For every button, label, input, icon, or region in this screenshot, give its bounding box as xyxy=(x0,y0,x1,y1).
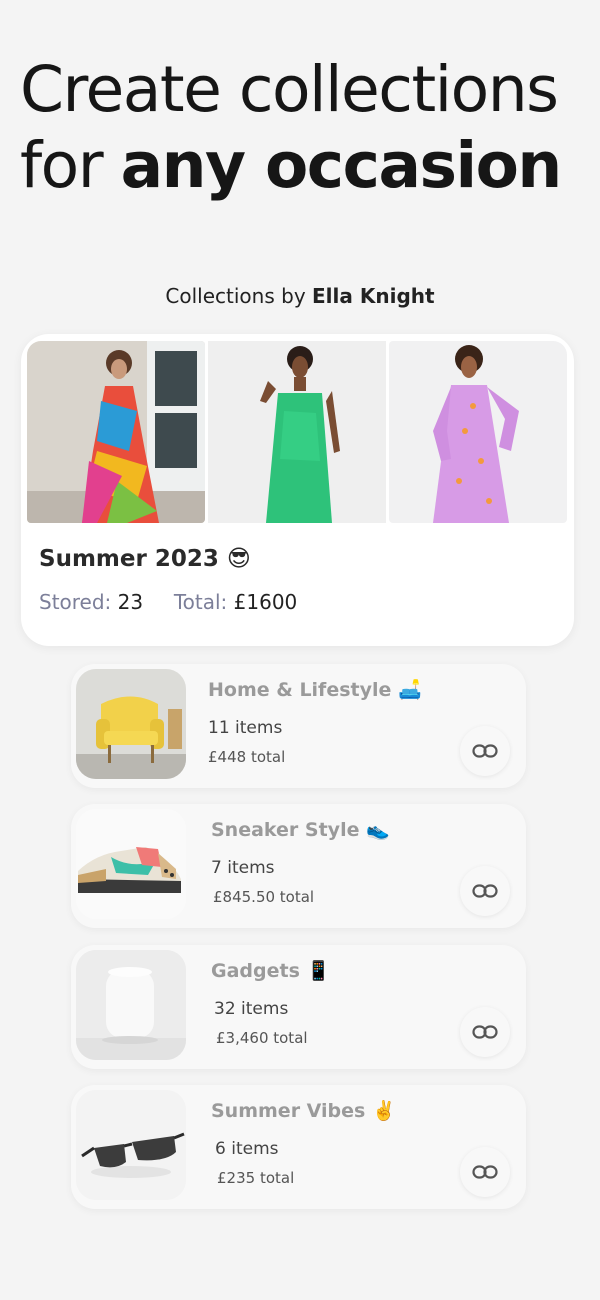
byline-prefix: Collections by xyxy=(165,284,313,308)
collection-count: 6 items xyxy=(215,1139,279,1159)
sunglasses-thumb xyxy=(76,1090,186,1200)
collection-count: 7 items xyxy=(211,858,275,878)
total-label: Total: xyxy=(173,590,228,614)
collection-title: Sneaker Style 👟 xyxy=(211,819,390,841)
share-link-button[interactable] xyxy=(460,726,510,776)
share-link-button[interactable] xyxy=(460,1147,510,1197)
green-slip-dress-photo xyxy=(208,341,386,523)
headline-line-1: Create collections xyxy=(20,53,559,126)
share-link-button[interactable] xyxy=(460,866,510,916)
collection-total: £3,460 total xyxy=(216,1029,308,1047)
collection-total: £235 total xyxy=(217,1169,295,1187)
yellow-armchair-thumb xyxy=(76,669,186,779)
collection-card-summer-vibes[interactable]: Summer Vibes ✌️ 6 items £235 total xyxy=(71,1085,526,1209)
share-link-button[interactable] xyxy=(460,1007,510,1057)
total-value: £1600 xyxy=(233,590,298,614)
link-icon xyxy=(472,1165,498,1179)
stored-label: Stored: xyxy=(39,590,112,614)
colorful-wrap-dress-photo xyxy=(27,341,205,523)
stored-value: 23 xyxy=(117,590,144,614)
headline: Create collections for any occasion xyxy=(20,52,590,204)
collection-total: £845.50 total xyxy=(213,888,315,906)
pink-maxi-dress-photo xyxy=(389,341,567,523)
featured-photo-strip xyxy=(27,341,567,523)
link-icon xyxy=(472,884,498,898)
collection-title: Home & Lifestyle 🛋️ xyxy=(208,679,422,701)
link-icon xyxy=(472,744,498,758)
collection-title: Gadgets 📱 xyxy=(211,960,331,982)
featured-collection-card[interactable]: Summer 2023 😎 Stored: 23 Total: £1600 xyxy=(21,334,574,646)
headline-line-2: for any occasion xyxy=(20,128,590,204)
headline-bold: any occasion xyxy=(120,129,563,202)
collection-card-home-lifestyle[interactable]: Home & Lifestyle 🛋️ 11 items £448 total xyxy=(71,664,526,788)
collection-title: Summer Vibes ✌️ xyxy=(211,1100,396,1122)
collection-card-sneaker-style[interactable]: Sneaker Style 👟 7 items £845.50 total xyxy=(71,804,526,928)
byline-author[interactable]: Ella Knight xyxy=(312,284,435,308)
collection-total: £448 total xyxy=(208,748,286,766)
collection-card-gadgets[interactable]: Gadgets 📱 32 items £3,460 total xyxy=(71,945,526,1069)
link-icon xyxy=(472,1025,498,1039)
byline: Collections by Ella Knight xyxy=(0,284,600,308)
featured-collection-stats: Stored: 23 Total: £1600 xyxy=(39,590,297,614)
smart-speaker-thumb xyxy=(76,950,186,1060)
sneaker-thumb xyxy=(76,809,186,919)
headline-regular: for xyxy=(20,129,121,202)
collection-count: 11 items xyxy=(208,718,283,738)
collection-count: 32 items xyxy=(214,999,289,1019)
featured-collection-title: Summer 2023 😎 xyxy=(39,546,251,572)
